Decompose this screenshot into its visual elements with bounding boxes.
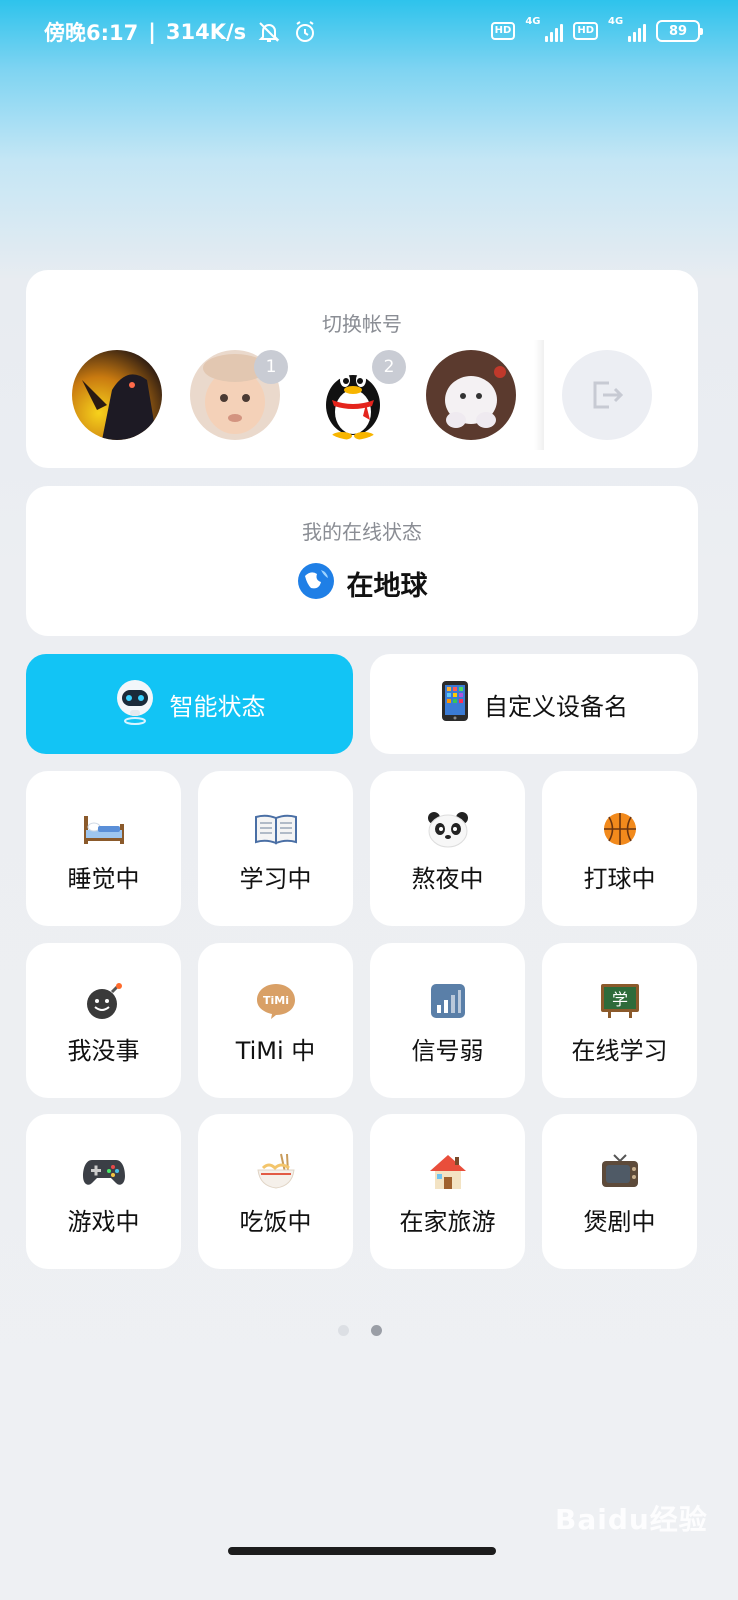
battery-indicator: 89 (656, 20, 703, 42)
earth-icon (297, 562, 335, 604)
status-label: 在线学习 (571, 1037, 668, 1065)
online-status-value: 在地球 (346, 570, 428, 602)
status-tile-timi[interactable]: TiMi TiMi 中 (198, 943, 353, 1098)
carousel-divider (534, 340, 544, 450)
mute-bell-icon (256, 19, 282, 45)
alarm-icon (292, 19, 318, 45)
status-label: 我没事 (67, 1037, 140, 1065)
page-dot[interactable] (338, 1325, 349, 1336)
online-status-title: 我的在线状态 (302, 520, 422, 544)
status-time: 傍晚6:17 (44, 21, 139, 45)
blackboard-emblem-text: 学 (611, 990, 627, 1009)
page-dot-active[interactable] (371, 1325, 382, 1336)
status-tile-sleeping[interactable]: 睡觉中 (26, 771, 181, 926)
status-label: 睡觉中 (67, 865, 140, 893)
status-tile-weak-signal[interactable]: 信号弱 (370, 943, 525, 1098)
status-tile-gaming[interactable]: 游戏中 (26, 1114, 181, 1269)
smart-status-label: 智能状态 (169, 692, 266, 721)
book-icon (198, 809, 353, 849)
network-type: 4G (608, 16, 624, 27)
basketball-icon (542, 809, 697, 849)
custom-device-name-button[interactable]: 自定义设备名 (370, 654, 698, 754)
status-tile-home-travel[interactable]: 在家旅游 (370, 1114, 525, 1269)
status-tile-eating[interactable]: 吃饭中 (198, 1114, 353, 1269)
tv-icon (542, 1152, 697, 1192)
status-tile-playing-ball[interactable]: 打球中 (542, 771, 697, 926)
network-speed: 314K/s (165, 20, 247, 44)
switch-account-card: 切换帐号 1 2 (26, 270, 698, 468)
status-label: 学习中 (239, 865, 312, 893)
status-label: 游戏中 (67, 1208, 140, 1236)
status-tile-im-fine[interactable]: 我没事 (26, 943, 181, 1098)
bomb-smile-icon (26, 981, 181, 1021)
signal-4g-icon: 4G (608, 16, 646, 44)
smart-status-button[interactable]: 智能状态 (26, 654, 353, 754)
gamepad-icon (26, 1152, 181, 1192)
status-label: 吃饭中 (239, 1208, 312, 1236)
status-label: 煲剧中 (583, 1208, 656, 1236)
status-label: 熬夜中 (411, 865, 484, 893)
status-tile-staying-up[interactable]: 熬夜中 (370, 771, 525, 926)
house-icon (370, 1152, 525, 1192)
phone-icon (440, 680, 470, 728)
bed-icon (26, 809, 181, 849)
switch-account-title: 切换帐号 (322, 312, 402, 336)
status-label: TiMi 中 (235, 1037, 316, 1065)
timi-icon: TiMi (198, 981, 353, 1021)
robot-icon (114, 676, 156, 732)
status-bar: 傍晚6:17 | 314K/s HD 4G HD 4G 89 (0, 0, 738, 64)
account-badge: 1 (254, 350, 288, 384)
page-indicator (338, 1325, 382, 1336)
online-status-card[interactable]: 我的在线状态 在地球 (26, 486, 698, 636)
blackboard-icon: 学 (542, 981, 697, 1021)
network-type: 4G (525, 16, 541, 27)
watermark: Baidu经验 (555, 1503, 708, 1536)
account-badge: 2 (372, 350, 406, 384)
logout-icon (593, 381, 624, 409)
timi-emblem-text: TiMi (263, 994, 289, 1007)
status-tile-studying[interactable]: 学习中 (198, 771, 353, 926)
signal-weak-icon (370, 981, 525, 1021)
hd-icon: HD (573, 22, 598, 40)
status-label: 信号弱 (411, 1037, 484, 1065)
home-indicator[interactable] (228, 1547, 496, 1555)
logout-button[interactable] (562, 350, 652, 440)
custom-device-name-label: 自定义设备名 (484, 692, 628, 721)
noodles-icon (198, 1152, 353, 1192)
status-tile-online-learning[interactable]: 学 在线学习 (542, 943, 697, 1098)
hd-icon: HD (490, 22, 516, 40)
account-avatar-4[interactable] (426, 350, 516, 440)
account-avatar-1[interactable] (72, 350, 162, 440)
status-tile-binge-watching[interactable]: 煲剧中 (542, 1114, 697, 1269)
signal-4g-icon: 4G (525, 16, 564, 44)
panda-icon (370, 809, 525, 849)
separator: | (148, 20, 156, 44)
status-label: 打球中 (583, 865, 656, 893)
status-label: 在家旅游 (399, 1208, 496, 1236)
